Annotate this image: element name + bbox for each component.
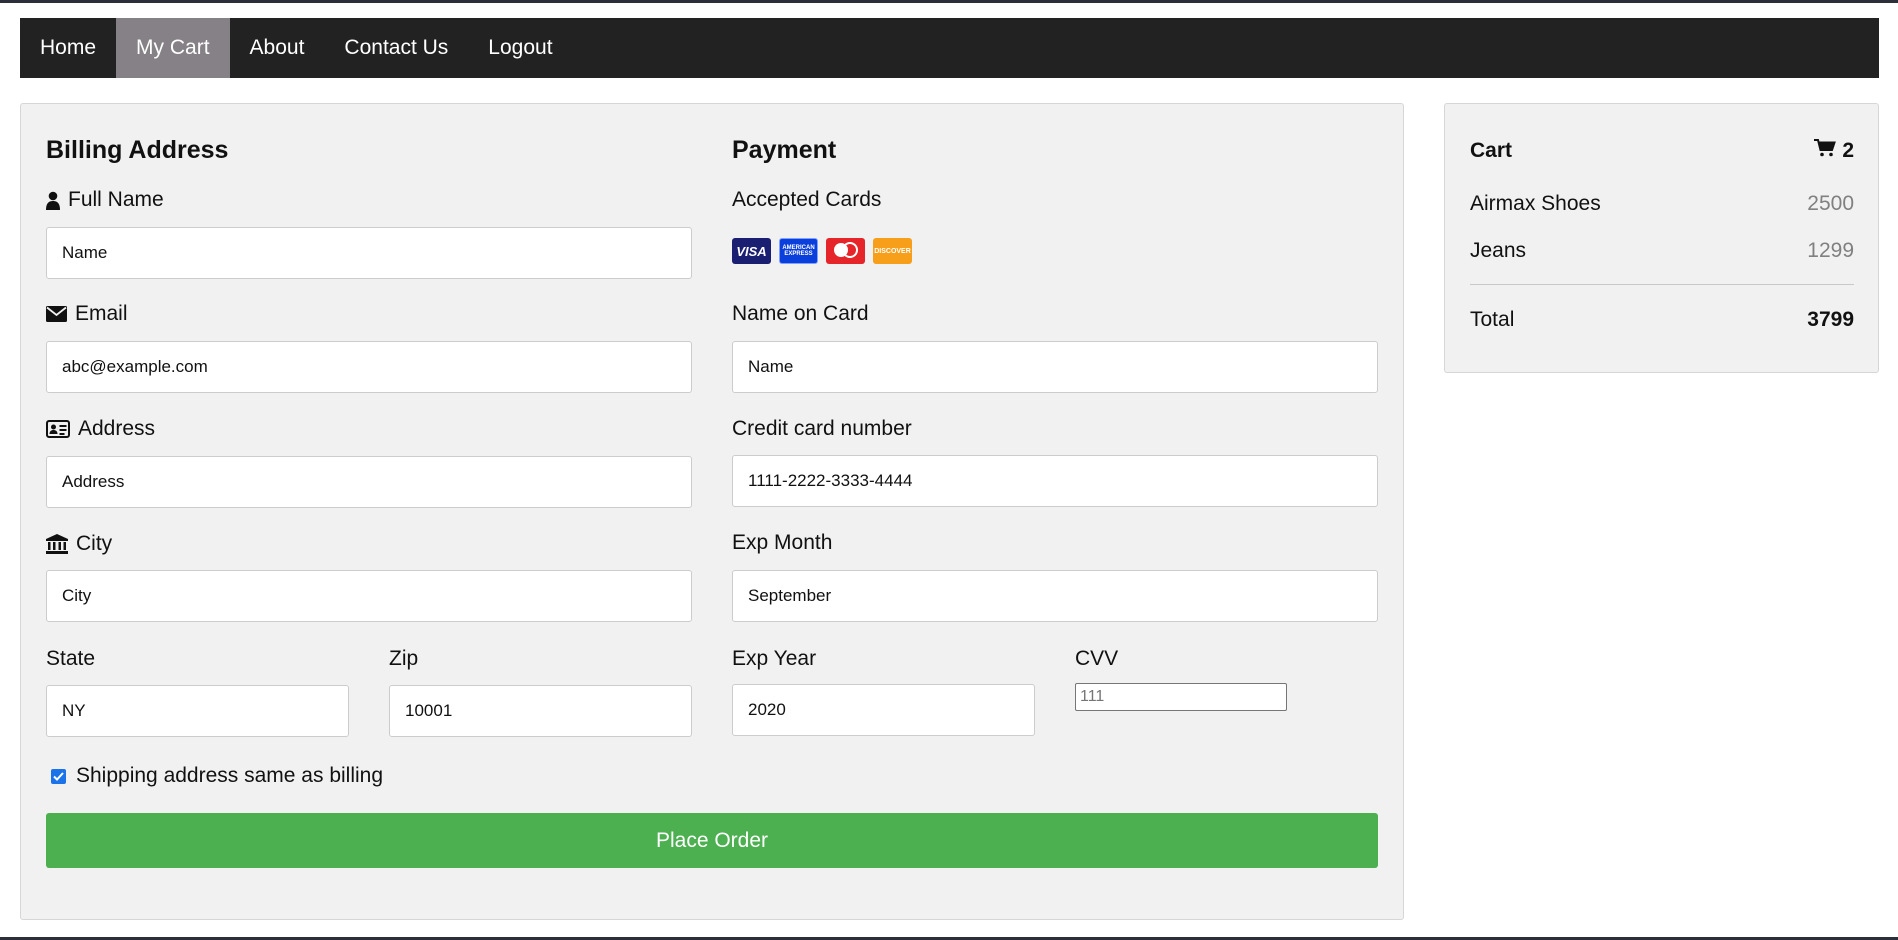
- cart-item: Jeans 1299: [1470, 239, 1854, 263]
- cart-divider: [1470, 284, 1854, 285]
- place-order-button[interactable]: Place Order: [46, 813, 1378, 868]
- cvv-label: CVV: [1075, 647, 1119, 670]
- shipping-same-row[interactable]: Shipping address same as billing: [46, 764, 383, 788]
- cart-header: Cart 2: [1470, 139, 1854, 163]
- shopping-cart-icon: [1814, 139, 1837, 163]
- address-label: Address: [46, 417, 155, 441]
- cart-item-name[interactable]: Airmax Shoes: [1470, 192, 1601, 216]
- address-input[interactable]: [46, 456, 692, 508]
- email-label-text: Email: [75, 302, 128, 325]
- full-name-label-text: Full Name: [68, 188, 164, 211]
- email-label: Email: [46, 302, 128, 326]
- envelope-icon: [46, 306, 67, 322]
- cart-item-price: 1299: [1807, 239, 1854, 262]
- nav-my-cart[interactable]: My Cart: [116, 18, 230, 78]
- full-name-input[interactable]: [46, 227, 692, 279]
- nav-home[interactable]: Home: [20, 18, 116, 78]
- cart-item: Airmax Shoes 2500: [1470, 192, 1854, 216]
- top-navbar: Home My Cart About Contact Us Logout: [20, 18, 1879, 78]
- billing-title: Billing Address: [46, 136, 229, 164]
- zip-label: Zip: [389, 647, 419, 670]
- exp-year-label: Exp Year: [732, 647, 817, 670]
- city-label: City: [46, 532, 112, 556]
- cart-item-name[interactable]: Jeans: [1470, 239, 1526, 263]
- exp-month-label: Exp Month: [732, 531, 833, 554]
- state-input[interactable]: [46, 685, 349, 737]
- cvv-input[interactable]: [1075, 683, 1287, 711]
- user-icon: [46, 191, 60, 210]
- nav-contact-us[interactable]: Contact Us: [324, 18, 468, 78]
- cart-panel: Cart 2 Airmax Shoes 2500 Jeans 1299 Tota…: [1444, 103, 1879, 373]
- exp-year-input[interactable]: [732, 684, 1035, 736]
- amex-card-icon: AMERICAN EXPRESS: [779, 238, 818, 264]
- cart-count-value: 2: [1842, 139, 1854, 162]
- name-on-card-input[interactable]: [732, 341, 1378, 393]
- shipping-same-label: Shipping address same as billing: [76, 764, 384, 787]
- email-input[interactable]: [46, 341, 692, 393]
- address-label-text: Address: [78, 417, 156, 440]
- top-border: [0, 0, 1898, 3]
- cart-total-value: 3799: [1807, 308, 1854, 331]
- payment-title: Payment: [732, 136, 837, 164]
- shipping-same-checkbox[interactable]: [51, 768, 66, 784]
- city-label-text: City: [76, 532, 113, 555]
- cart-item-price: 2500: [1807, 192, 1854, 215]
- state-label: State: [46, 647, 96, 670]
- nav-logout[interactable]: Logout: [468, 18, 572, 78]
- city-input[interactable]: [46, 570, 692, 622]
- mastercard-card-icon: [826, 238, 865, 264]
- card-number-input[interactable]: [732, 455, 1378, 507]
- cart-total-label: Total: [1470, 308, 1515, 331]
- zip-input[interactable]: [389, 685, 692, 737]
- discover-card-icon: DISCOVER: [873, 238, 912, 264]
- visa-card-icon: VISA: [732, 238, 771, 264]
- nav-about[interactable]: About: [230, 18, 325, 78]
- full-name-label: Full Name: [46, 188, 164, 212]
- cart-total-row: Total 3799: [1470, 308, 1854, 332]
- cart-title: Cart: [1470, 139, 1513, 162]
- checkout-form-panel: Billing Address Full Name Email Address: [20, 103, 1404, 920]
- checkmark-icon: [53, 771, 64, 781]
- institution-icon: [46, 534, 68, 554]
- name-on-card-label: Name on Card: [732, 302, 869, 325]
- accepted-cards-label: Accepted Cards: [732, 188, 882, 211]
- exp-month-input[interactable]: [732, 570, 1378, 622]
- address-card-icon: [46, 420, 70, 438]
- cart-count: 2: [1814, 139, 1854, 163]
- accepted-cards: VISA AMERICAN EXPRESS DISCOVER: [732, 238, 912, 264]
- card-number-label: Credit card number: [732, 417, 912, 440]
